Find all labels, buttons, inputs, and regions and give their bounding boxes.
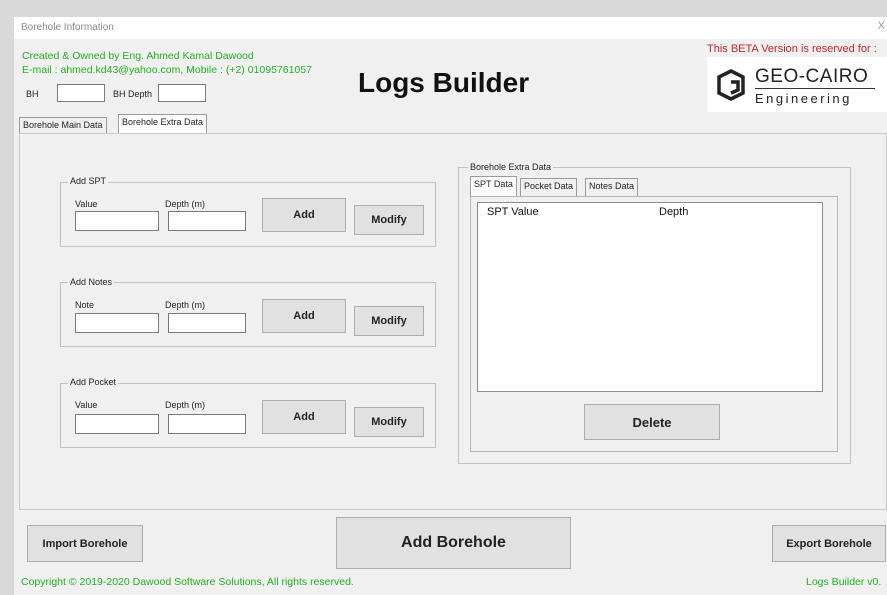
notes-depth-label: Depth (m) bbox=[165, 300, 206, 310]
spt-data-list[interactable]: SPT Value Depth bbox=[477, 202, 823, 392]
add-notes-title: Add Notes bbox=[68, 277, 115, 287]
pocket-value-label: Value bbox=[75, 400, 98, 410]
bh-input[interactable] bbox=[57, 84, 105, 102]
logo-name: GEO-CAIRO bbox=[755, 66, 869, 87]
add-note-button[interactable]: Add bbox=[262, 299, 346, 333]
borehole-information-window: Borehole Information X Created & Owned b… bbox=[14, 17, 887, 595]
title-bar: Borehole Information X bbox=[14, 17, 887, 39]
delete-button[interactable]: Delete bbox=[584, 404, 720, 440]
tab-borehole-main-data[interactable]: Borehole Main Data bbox=[19, 117, 107, 133]
version-text: Logs Builder v0. bbox=[806, 576, 882, 588]
app-title: Logs Builder bbox=[358, 67, 530, 98]
add-pocket-title: Add Pocket bbox=[68, 377, 119, 387]
modify-pocket-button[interactable]: Modify bbox=[354, 407, 424, 437]
add-borehole-button[interactable]: Add Borehole bbox=[336, 517, 571, 569]
beta-notice: This BETA Version is reserved for : bbox=[707, 43, 877, 55]
add-pocket-button[interactable]: Add bbox=[262, 400, 346, 434]
tab-notes-data[interactable]: Notes Data bbox=[585, 178, 639, 196]
window-title: Borehole Information bbox=[21, 22, 114, 33]
column-header-spt-value: SPT Value bbox=[487, 206, 539, 218]
spt-value-label: Value bbox=[75, 199, 98, 209]
credit-line: Created & Owned by Eng. Ahmed Kamal Dawo… bbox=[22, 50, 254, 62]
bh-label: BH bbox=[26, 89, 39, 99]
company-logo: GEO-CAIRO Engineering bbox=[707, 57, 887, 112]
tab-spt-data[interactable]: SPT Data bbox=[470, 176, 517, 196]
import-borehole-button[interactable]: Import Borehole bbox=[27, 525, 143, 562]
bh-depth-input[interactable] bbox=[158, 84, 206, 102]
spt-value-input[interactable] bbox=[75, 211, 159, 231]
contact-line: E-mail : ahmed.kd43@yahoo.com, Mobile : … bbox=[22, 64, 312, 76]
bh-depth-label: BH Depth bbox=[113, 89, 153, 99]
tab-borehole-extra-data[interactable]: Borehole Extra Data bbox=[118, 114, 208, 134]
spt-depth-label: Depth (m) bbox=[165, 199, 206, 209]
note-label: Note bbox=[75, 300, 95, 310]
spt-depth-input[interactable] bbox=[168, 211, 246, 231]
pocket-depth-input[interactable] bbox=[168, 414, 246, 434]
add-spt-button[interactable]: Add bbox=[262, 198, 346, 232]
modify-note-button[interactable]: Modify bbox=[354, 306, 424, 336]
notes-depth-input[interactable] bbox=[168, 313, 246, 333]
add-spt-title: Add SPT bbox=[68, 176, 109, 186]
copyright-text: Copyright © 2019-2020 Dawood Software So… bbox=[21, 576, 354, 588]
column-header-depth: Depth bbox=[659, 206, 689, 218]
close-icon[interactable]: X bbox=[878, 20, 885, 32]
note-input[interactable] bbox=[75, 313, 159, 333]
logo-subtitle: Engineering bbox=[755, 91, 852, 106]
pocket-value-input[interactable] bbox=[75, 414, 159, 434]
pocket-depth-label: Depth (m) bbox=[165, 400, 206, 410]
modify-spt-button[interactable]: Modify bbox=[354, 205, 424, 235]
borehole-extra-data-title: Borehole Extra Data bbox=[468, 162, 554, 172]
geo-cairo-g-logo-icon bbox=[717, 69, 745, 101]
export-borehole-button[interactable]: Export Borehole bbox=[772, 525, 886, 562]
logo-divider bbox=[755, 88, 875, 89]
tab-pocket-data[interactable]: Pocket Data bbox=[520, 178, 578, 196]
